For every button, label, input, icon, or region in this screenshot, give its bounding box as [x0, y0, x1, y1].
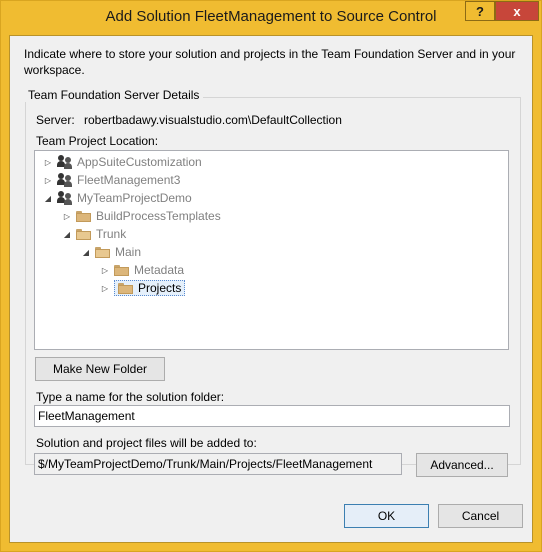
- expand-icon[interactable]: ▷: [100, 283, 110, 293]
- tree-item-buildprocesstemplates[interactable]: ▷ BuildProcessTemplates: [62, 207, 221, 225]
- team-project-icon: [57, 155, 73, 169]
- expand-icon[interactable]: ▷: [43, 157, 53, 167]
- title-bar[interactable]: Add Solution FleetManagement to Source C…: [1, 1, 541, 35]
- expand-icon[interactable]: ▷: [100, 265, 110, 275]
- expand-icon[interactable]: ▷: [62, 211, 72, 221]
- tree-item-label: Main: [115, 245, 142, 259]
- advanced-button[interactable]: Advanced...: [416, 453, 508, 477]
- team-project-tree[interactable]: ▷ AppSuiteCustomization ▷ FleetManagemen…: [34, 150, 509, 350]
- team-project-icon: [57, 191, 73, 205]
- collapse-icon[interactable]: ◢: [62, 229, 72, 239]
- window-title: Add Solution FleetManagement to Source C…: [105, 8, 437, 25]
- tree-item-appsuitecustomization[interactable]: ▷ AppSuiteCustomization: [43, 153, 202, 171]
- groupbox-title: Team Foundation Server Details: [24, 88, 204, 102]
- tree-item-projects[interactable]: ▷ Projects: [100, 279, 186, 297]
- folder-open-icon: [76, 228, 91, 240]
- close-button[interactable]: x: [495, 1, 539, 21]
- files-path-label: Solution and project files will be added…: [36, 436, 257, 450]
- dialog-client-area: Indicate where to store your solution an…: [9, 35, 533, 543]
- team-project-icon: [57, 173, 73, 187]
- tree-item-label: MyTeamProjectDemo: [77, 191, 192, 205]
- files-path-field[interactable]: $/MyTeamProjectDemo/Trunk/Main/Projects/…: [34, 453, 402, 475]
- team-project-location-label: Team Project Location:: [36, 134, 159, 148]
- tree-item-main[interactable]: ◢ Main: [81, 243, 141, 261]
- folder-open-icon: [95, 246, 110, 258]
- collapse-icon[interactable]: ◢: [81, 247, 91, 257]
- cancel-button[interactable]: Cancel: [438, 504, 523, 528]
- ok-button[interactable]: OK: [344, 504, 429, 528]
- tree-item-myteamprojectdemo[interactable]: ◢ MyTeamProjectDemo: [43, 189, 192, 207]
- server-value: robertbadawy.visualstudio.com\DefaultCol…: [84, 113, 342, 127]
- folder-icon: [118, 282, 133, 294]
- folder-icon: [76, 210, 91, 222]
- selected-tree-item[interactable]: Projects: [114, 280, 186, 296]
- make-new-folder-button[interactable]: Make New Folder: [35, 357, 165, 381]
- tree-item-label: FleetManagement3: [77, 173, 181, 187]
- tree-item-label: Metadata: [134, 263, 185, 277]
- tree-item-label: Projects: [138, 281, 182, 295]
- solution-folder-input[interactable]: FleetManagement: [34, 405, 510, 427]
- tree-item-label: BuildProcessTemplates: [96, 209, 221, 223]
- expand-icon[interactable]: ▷: [43, 175, 53, 185]
- intro-text: Indicate where to store your solution an…: [24, 47, 516, 77]
- tree-item-trunk[interactable]: ◢ Trunk: [62, 225, 126, 243]
- solution-folder-label: Type a name for the solution folder:: [36, 390, 225, 404]
- tree-item-fleetmanagement3[interactable]: ▷ FleetManagement3: [43, 171, 180, 189]
- help-button[interactable]: ?: [465, 1, 495, 21]
- dialog-window: Add Solution FleetManagement to Source C…: [0, 0, 542, 552]
- tree-item-label: AppSuiteCustomization: [77, 155, 202, 169]
- server-label: Server:: [36, 113, 75, 127]
- collapse-icon[interactable]: ◢: [43, 193, 53, 203]
- tree-item-metadata[interactable]: ▷ Metadata: [100, 261, 184, 279]
- tree-item-label: Trunk: [96, 227, 127, 241]
- folder-icon: [114, 264, 129, 276]
